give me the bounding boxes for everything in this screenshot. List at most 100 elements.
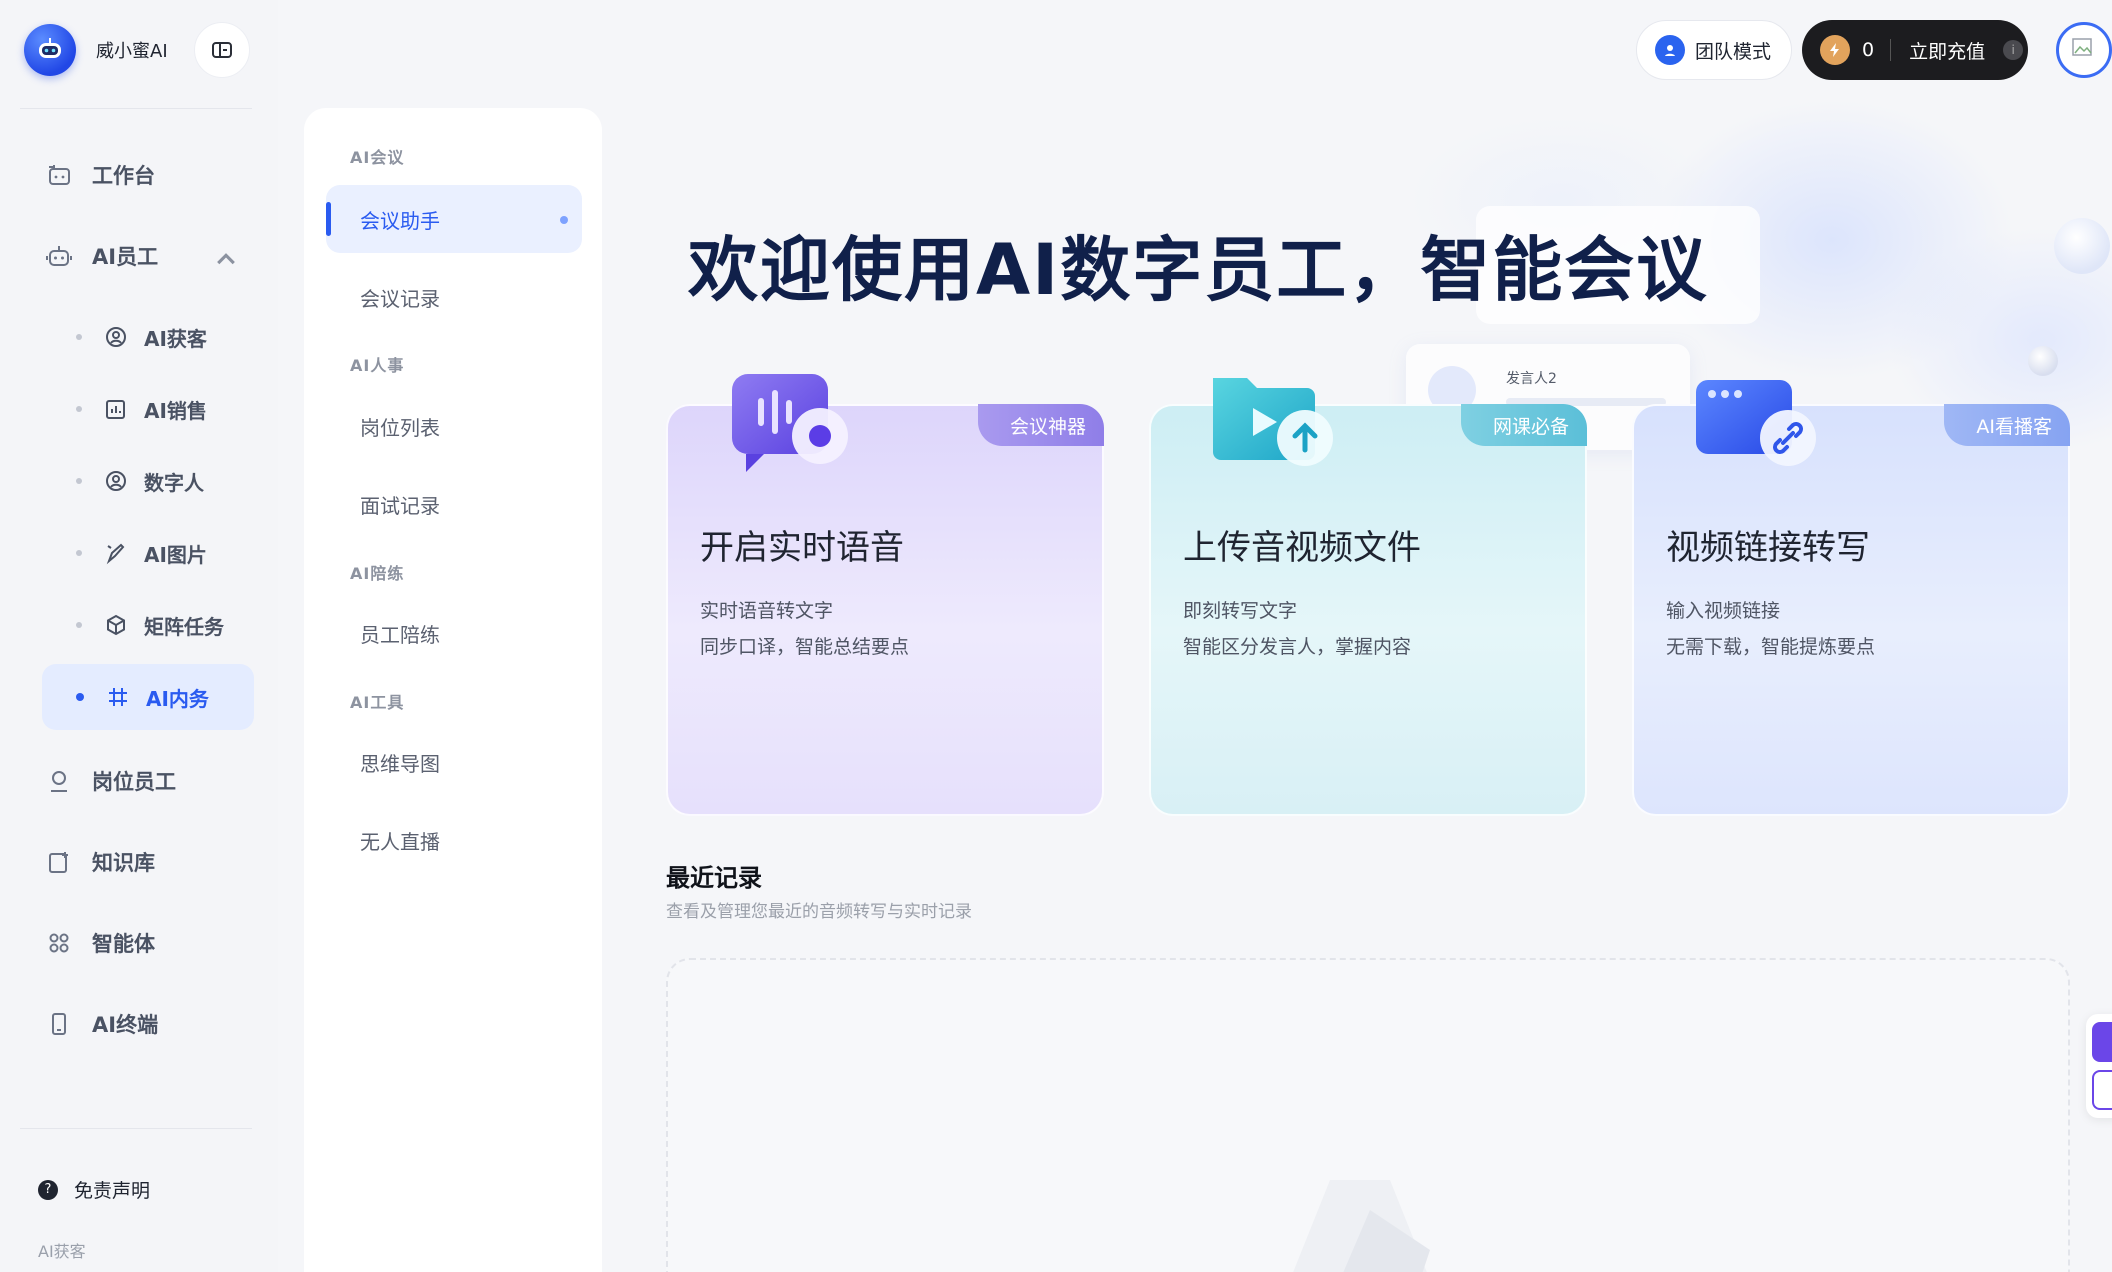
card-title: 开启实时语音 — [700, 528, 904, 568]
card-tag: 网课必备 — [1460, 404, 1587, 446]
card-title: 上传音视频文件 — [1183, 528, 1421, 568]
card-desc-line: 输入视频链接 — [1666, 600, 1781, 622]
sidebar-item-workbench[interactable]: 工作台 — [42, 153, 272, 197]
person-icon — [42, 764, 76, 798]
disclaimer-link[interactable]: ? 免责声明 — [38, 1176, 150, 1203]
card-tag: 会议神器 — [977, 404, 1104, 446]
brush-icon — [102, 539, 130, 567]
menu-item-label: 面试记录 — [360, 493, 440, 518]
team-mode-label: 团队模式 — [1695, 40, 1772, 63]
floating-tool-button[interactable] — [2092, 1022, 2112, 1062]
recharge-button[interactable]: 0 立即充值 i — [1802, 20, 2028, 80]
sidebar-item-label: 知识库 — [92, 851, 155, 875]
book-icon — [42, 845, 76, 879]
robot-icon — [42, 239, 76, 273]
sidebar-item-label: AI终端 — [92, 1013, 159, 1037]
hero-title: 欢迎使用AI数字员工，智能会议 — [688, 229, 1709, 311]
menu-item-unmanned-live[interactable]: 无人直播 — [326, 806, 582, 874]
floating-toolbar — [2086, 1014, 2112, 1118]
menu-group-title: AI陪练 — [350, 564, 405, 583]
sidebar-item-ai-terminal[interactable]: AI终端 — [42, 1002, 272, 1046]
menu-item-label: 无人直播 — [360, 829, 440, 854]
sidebar-subitem-label: 矩阵任务 — [144, 614, 224, 639]
sidebar-subitem-ai-image[interactable]: AI图片 — [42, 520, 254, 586]
card-desc-line: 同步口译，智能总结要点 — [700, 636, 910, 658]
floating-tool-button[interactable] — [2092, 1070, 2112, 1110]
sidebar-item-label: 智能体 — [92, 932, 155, 956]
balance-value: 0 — [1862, 39, 1875, 61]
menu-item-label: 会议记录 — [360, 286, 440, 311]
sidebar-item-ai-staff[interactable]: AI员工 — [42, 234, 272, 278]
sidebar-subitem-ai-lead[interactable]: AI获客 — [42, 304, 254, 370]
card-tag: AI看播客 — [1944, 404, 2070, 446]
menu-group-title: AI人事 — [350, 356, 405, 375]
info-icon[interactable]: i — [2003, 40, 2024, 60]
menu-item-meeting-records[interactable]: 会议记录 — [326, 263, 582, 331]
question-icon: ? — [38, 1179, 58, 1200]
voice-icon — [732, 374, 848, 472]
card-video-link[interactable]: AI看播客 视频链接转写 输入视频链接 无需下载，智能提炼要点 — [1632, 380, 2070, 816]
upload-video-icon — [1213, 378, 1333, 466]
active-indicator — [326, 202, 331, 236]
card-desc-line: 即刻转写文字 — [1183, 600, 1298, 622]
team-user-icon — [1655, 35, 1685, 65]
card-title: 视频链接转写 — [1666, 528, 1870, 568]
phone-icon — [42, 1007, 76, 1041]
menu-group-title: AI会议 — [350, 148, 405, 167]
sidebar-subitem-label: AI获客 — [144, 326, 207, 351]
disclaimer-label: 免责声明 — [74, 1180, 151, 1202]
decorative-bubble — [2028, 346, 2058, 376]
brand[interactable]: 威小蜜AI — [24, 22, 254, 78]
chart-icon — [102, 395, 130, 423]
sidebar-divider — [20, 108, 252, 109]
broken-image-icon — [2072, 38, 2092, 56]
active-dot — [560, 216, 568, 224]
sidebar-subitem-ai-sales[interactable]: AI销售 — [42, 376, 254, 442]
empty-state-illustration — [1293, 1180, 1430, 1272]
sidebar-item-label: 岗位员工 — [92, 770, 176, 794]
sidebar-subitem-label: AI内务 — [146, 686, 209, 711]
lightning-coin-icon — [1820, 35, 1850, 65]
card-upload-media[interactable]: 网课必备 上传音视频文件 即刻转写文字 智能区分发言人，掌握内容 — [1149, 378, 1587, 816]
menu-item-interview-records[interactable]: 面试记录 — [326, 470, 582, 538]
chevron-up-icon[interactable] — [212, 246, 240, 274]
sidebar-subitem-digital-human[interactable]: 数字人 — [42, 448, 254, 514]
sidebar-subitem-label: AI图片 — [144, 542, 207, 567]
menu-item-meeting-assistant[interactable]: 会议助手 — [326, 185, 582, 253]
menu-item-mind-map[interactable]: 思维导图 — [326, 728, 582, 796]
team-mode-button[interactable]: 团队模式 — [1636, 20, 1792, 80]
recent-section-subtitle: 查看及管理您最近的音频转写与实时记录 — [666, 902, 972, 922]
menu-group-title: AI工具 — [350, 693, 405, 712]
sidebar-collapse-button[interactable] — [194, 22, 250, 78]
card-realtime-voice[interactable]: 会议神器 开启实时语音 实时语音转文字 同步口译，智能总结要点 — [666, 374, 1104, 816]
recharge-label: 立即充值 — [1909, 40, 1986, 63]
sidebar-divider — [20, 1128, 252, 1129]
menu-item-label: 岗位列表 — [360, 415, 440, 440]
bullet — [76, 478, 82, 484]
main-sidebar: 威小蜜AI 工作台 AI员工 AI获客 AI销售 数字人 AI图片 矩阵任务 A… — [0, 0, 278, 1272]
menu-item-staff-training[interactable]: 员工陪练 — [326, 599, 582, 667]
sidebar-item-position-staff[interactable]: 岗位员工 — [42, 759, 272, 803]
user-avatar[interactable] — [2056, 22, 2112, 78]
brand-logo — [24, 24, 76, 76]
brand-name: 威小蜜AI — [96, 41, 168, 62]
panel-toggle-icon — [212, 42, 232, 58]
menu-item-label: 员工陪练 — [360, 622, 440, 647]
sidebar-item-agents[interactable]: 智能体 — [42, 921, 272, 965]
decorative-bubble — [2054, 218, 2110, 274]
link-icon — [1696, 380, 1816, 466]
sidebar-item-knowledge-base[interactable]: 知识库 — [42, 840, 272, 884]
sidebar-subitem-matrix-task[interactable]: 矩阵任务 — [42, 592, 254, 658]
speaker-label: 发言人2 — [1506, 371, 1557, 387]
apps-icon — [42, 926, 76, 960]
user-circle-icon — [102, 323, 130, 351]
card-desc-line: 智能区分发言人，掌握内容 — [1183, 636, 1412, 658]
sidebar-subitem-ai-internal[interactable]: AI内务 — [42, 664, 254, 730]
sidebar-item-label: 工作台 — [92, 164, 155, 188]
menu-item-position-list[interactable]: 岗位列表 — [326, 392, 582, 460]
bullet — [76, 693, 84, 701]
recent-records-panel — [666, 958, 2070, 1272]
bullet — [76, 334, 82, 340]
bullet — [76, 406, 82, 412]
menu-item-label: 会议助手 — [360, 208, 440, 233]
